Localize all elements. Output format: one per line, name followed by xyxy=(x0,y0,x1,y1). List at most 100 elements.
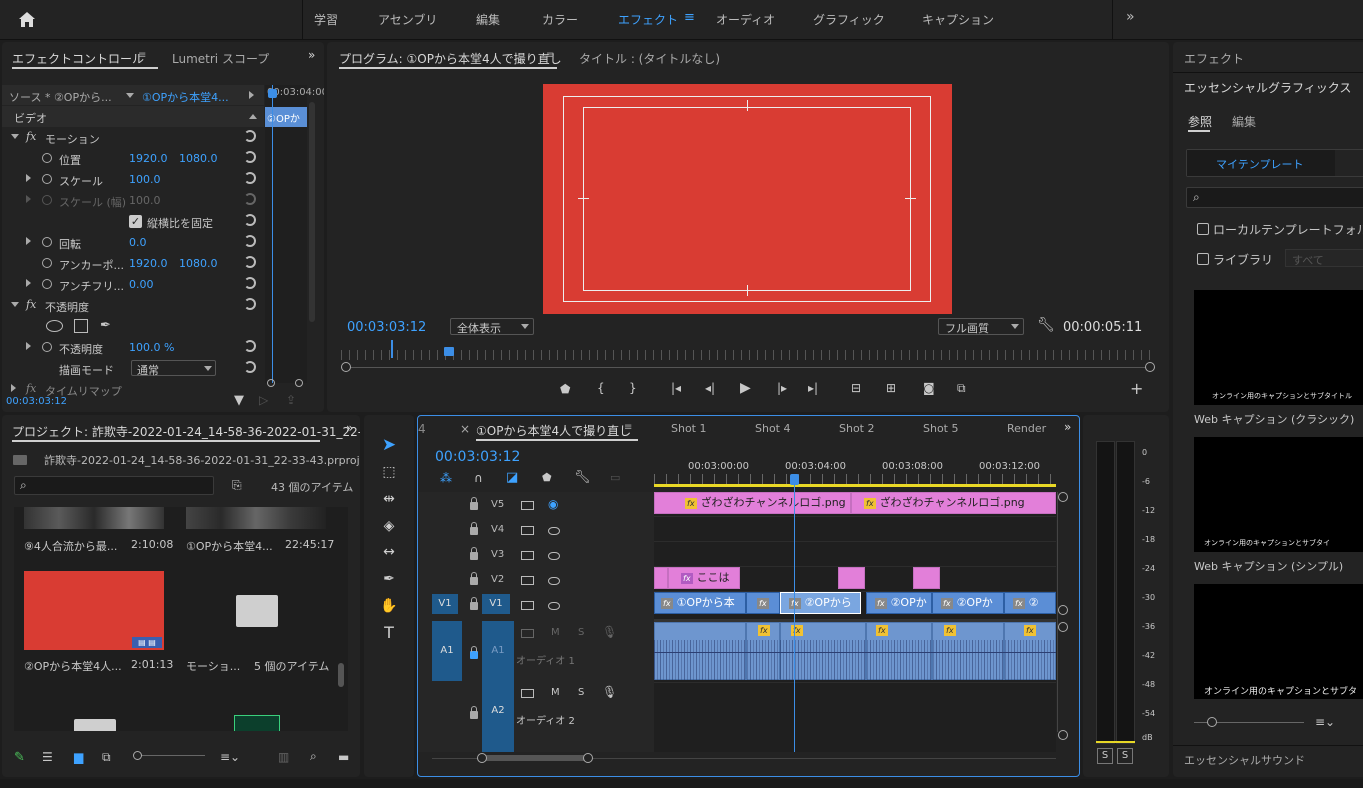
project-item-name[interactable]: モーショ... xyxy=(186,658,240,674)
timeline-clip[interactable] xyxy=(654,567,668,589)
extract-icon[interactable]: ⊞ xyxy=(886,381,896,395)
go-to-in-icon[interactable]: |◂ xyxy=(671,381,681,395)
add-marker-icon[interactable]: ⬟ xyxy=(560,382,570,396)
compare-view-icon[interactable]: ⧉ xyxy=(957,381,966,396)
position-y-value[interactable]: 1080.0 xyxy=(179,152,218,165)
tab-browse[interactable]: 参照 xyxy=(1188,113,1212,130)
track-target-v1[interactable]: V1 xyxy=(482,594,510,614)
track-label-v3[interactable]: V3 xyxy=(491,549,504,560)
scale-value[interactable]: 100.0 xyxy=(129,173,161,186)
eye-icon[interactable] xyxy=(548,602,560,610)
stopwatch-icon[interactable] xyxy=(42,237,52,247)
scroll-handle[interactable] xyxy=(1058,492,1068,502)
timeline-clip[interactable]: fx ②OPか xyxy=(866,592,932,614)
zoom-select[interactable]: 全体表示 xyxy=(450,318,534,335)
work-area-bar[interactable] xyxy=(654,484,1056,487)
tab-program[interactable]: プログラム: ①OPから本堂4人で撮り直し xyxy=(339,50,562,67)
sync-lock-icon[interactable] xyxy=(521,601,534,610)
stopwatch-icon[interactable] xyxy=(42,279,52,289)
more-workspaces-icon[interactable]: » xyxy=(1126,9,1135,25)
timeline-clip[interactable]: fx xyxy=(746,592,780,614)
project-item-name[interactable]: ②OPから本堂4人... xyxy=(24,658,122,674)
tab-essential-sound[interactable]: エッセンシャルサウンド xyxy=(1184,752,1305,768)
expand-icon[interactable] xyxy=(26,174,31,182)
tab-title[interactable]: タイトル : (タイトルなし) xyxy=(579,50,720,67)
zoom-bar[interactable] xyxy=(341,367,1155,368)
source-patch-a1[interactable]: A1 xyxy=(432,621,462,681)
lock-icon[interactable] xyxy=(470,646,478,659)
mark-out-icon[interactable]: } xyxy=(629,381,637,395)
program-playhead[interactable] xyxy=(444,347,454,356)
expand-icon[interactable] xyxy=(11,384,16,392)
workspace-learn[interactable]: 学習 xyxy=(314,11,338,28)
sync-lock-icon[interactable] xyxy=(521,629,534,638)
microphone-icon[interactable]: 🎙︎ xyxy=(602,625,617,639)
template-name[interactable]: Web キャプション (クラシック) xyxy=(1194,411,1354,427)
tab-shot-5[interactable]: Shot 5 xyxy=(923,422,959,435)
template-thumbnail[interactable]: オンライン用のキャプションとサブタイトル xyxy=(1194,290,1363,405)
clip-thumbnail[interactable] xyxy=(186,507,326,529)
my-templates-button[interactable]: マイテンプレート xyxy=(1187,150,1335,176)
uniform-scale-checkbox[interactable]: ✓ xyxy=(129,215,142,228)
mute-button[interactable]: M xyxy=(551,687,560,698)
lock-icon[interactable] xyxy=(470,547,478,560)
lock-icon[interactable] xyxy=(470,572,478,585)
stopwatch-icon[interactable] xyxy=(42,258,52,268)
timeline-clip[interactable]: fx ②OPか xyxy=(932,592,1004,614)
track-target-a2[interactable]: A2 xyxy=(482,681,514,752)
track-select-tool-icon[interactable]: ⬚ xyxy=(378,461,400,483)
eye-hidden-icon[interactable]: ◉ xyxy=(548,497,558,511)
reset-icon[interactable] xyxy=(244,130,256,142)
snap-icon[interactable]: ∩ xyxy=(474,471,483,485)
playhead-handle[interactable] xyxy=(268,89,277,98)
panel-overflow-icon[interactable]: » xyxy=(308,48,315,62)
project-search-input[interactable]: ⌕ xyxy=(14,476,214,495)
position-x-value[interactable]: 1920.0 xyxy=(129,152,168,165)
hand-tool-icon[interactable]: ✋ xyxy=(378,595,400,617)
pen-tool-icon[interactable]: ✒ xyxy=(378,568,400,590)
quality-select[interactable]: フル画質 xyxy=(938,318,1024,335)
audio-thumbnail[interactable] xyxy=(234,715,280,731)
expand-icon[interactable] xyxy=(26,342,31,350)
reset-icon[interactable] xyxy=(244,298,256,310)
reset-icon[interactable] xyxy=(244,214,256,226)
mute-button[interactable]: M xyxy=(551,627,560,638)
go-to-out-icon[interactable]: ▸| xyxy=(808,381,818,395)
freeform-view-icon[interactable]: ⧉ xyxy=(102,750,111,765)
nest-icon[interactable]: ⁂ xyxy=(440,471,452,485)
track-label-v4[interactable]: V4 xyxy=(491,524,504,535)
horizontal-zoom-thumb[interactable] xyxy=(482,755,588,761)
find-icon[interactable]: ⌕ xyxy=(310,749,317,764)
mark-in-icon[interactable]: { xyxy=(597,381,605,395)
tab-previous-sequence[interactable]: 4 xyxy=(418,422,426,436)
eye-icon[interactable] xyxy=(548,577,560,585)
reset-icon[interactable] xyxy=(244,340,256,352)
tab-edit[interactable]: 編集 xyxy=(1232,113,1256,130)
zoom-handle-left[interactable] xyxy=(267,379,275,387)
pen-mask-icon[interactable]: ✒ xyxy=(100,318,111,333)
solo-button[interactable]: S xyxy=(578,687,584,698)
opacity-section-row[interactable]: fx 不透明度 xyxy=(2,295,264,316)
workspace-captions[interactable]: キャプション xyxy=(922,11,994,28)
blend-mode-select[interactable]: 通常 xyxy=(131,360,216,377)
rectangle-mask-icon[interactable] xyxy=(74,319,88,333)
play-only-icon[interactable] xyxy=(249,91,254,99)
tab-effects[interactable]: エフェクト xyxy=(1184,50,1244,67)
add-button-icon[interactable]: + xyxy=(1130,379,1143,398)
sync-lock-icon[interactable] xyxy=(521,551,534,560)
workspace-color[interactable]: カラー xyxy=(542,11,578,28)
clip-thumbnail[interactable] xyxy=(24,507,164,529)
bin-folder-icon[interactable] xyxy=(236,595,278,627)
project-item-name[interactable]: ⑨4人合流から最... xyxy=(24,538,117,554)
ripple-edit-tool-icon[interactable]: ⇹ xyxy=(378,488,400,510)
add-marker-icon[interactable]: ⬟ xyxy=(542,471,552,484)
rotation-value[interactable]: 0.0 xyxy=(129,236,147,249)
filter-icon[interactable]: ▼ xyxy=(234,393,244,408)
timeline-clip[interactable]: fx ①OPから本 xyxy=(654,592,746,614)
home-icon[interactable] xyxy=(18,11,36,28)
fx-icon[interactable]: fx xyxy=(26,298,36,311)
type-tool-icon[interactable]: T xyxy=(378,622,400,644)
stopwatch-icon[interactable] xyxy=(42,174,52,184)
eye-icon[interactable] xyxy=(548,552,560,560)
tab-effect-controls[interactable]: エフェクトコントロール xyxy=(12,50,144,67)
